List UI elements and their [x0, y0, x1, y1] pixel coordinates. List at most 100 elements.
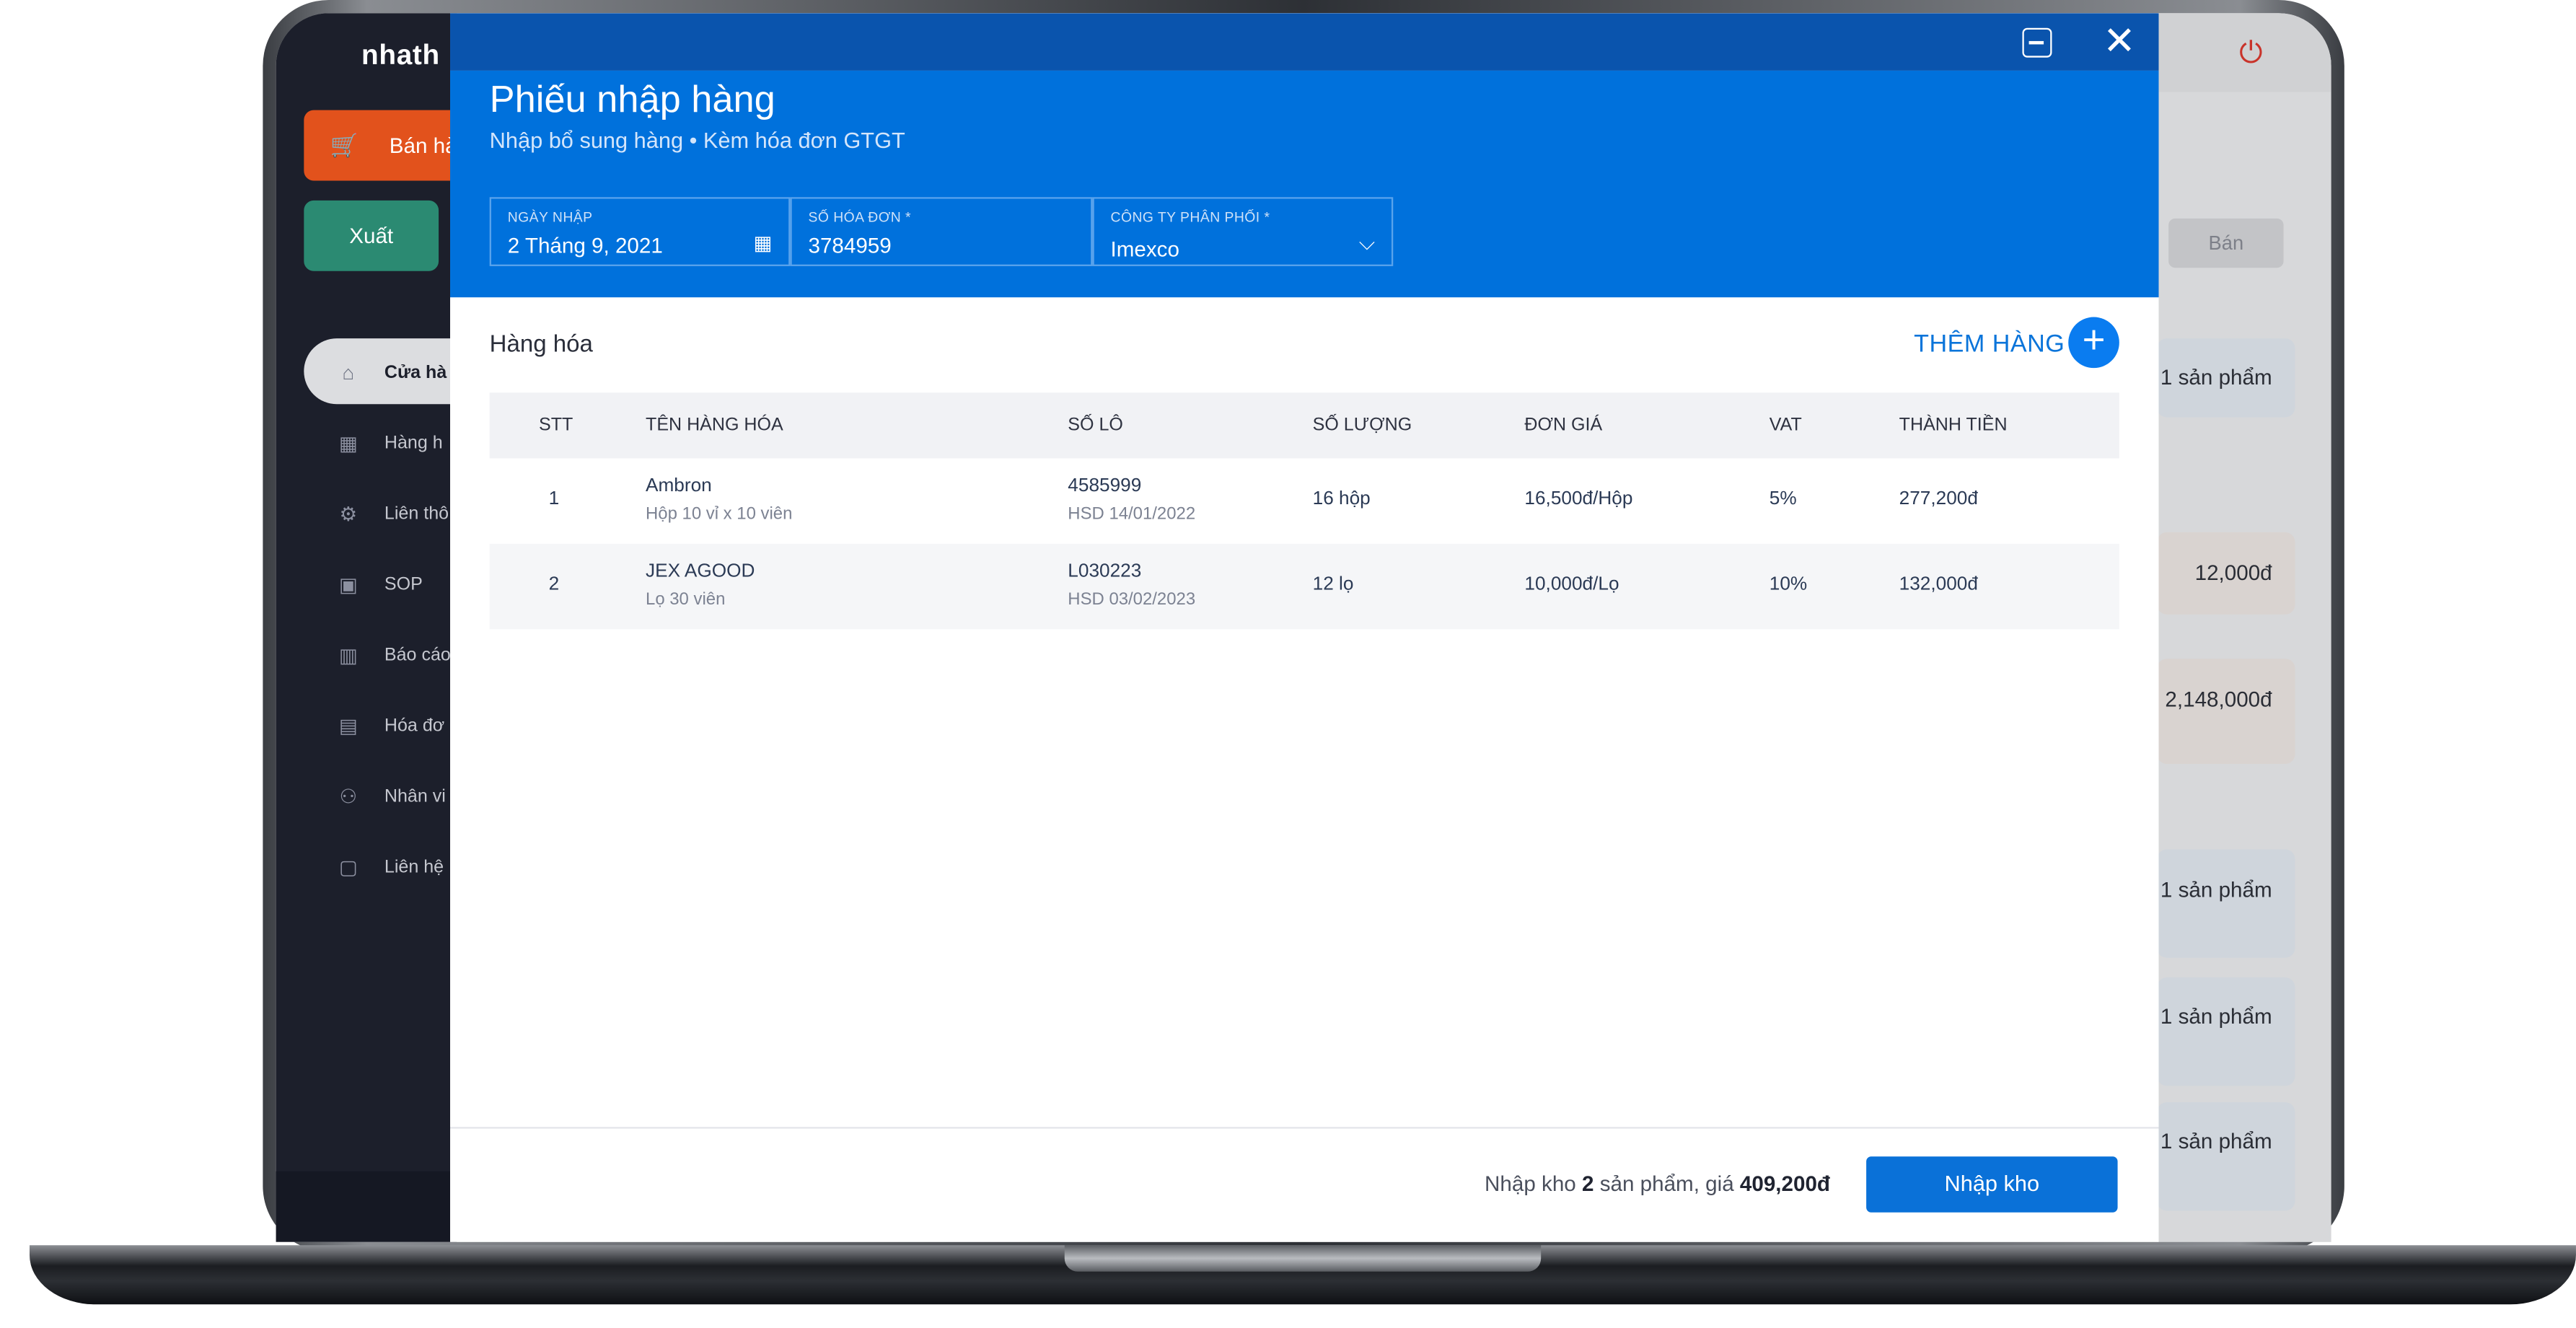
product-pack: Hộp 10 vỉ x 10 viên: [646, 504, 793, 524]
add-goods-link[interactable]: THÊM HÀNG: [1914, 330, 2065, 359]
background-card[interactable]: 1 sản phẩm: [2157, 338, 2295, 418]
row-index: 1: [548, 489, 560, 509]
sidebar: nhath 🛒 Bán hà Xuất ⌂ Cửa hà ▦ Hàng h ⚙ Liê…: [276, 13, 501, 1242]
logout-icon[interactable]: ⏻: [2239, 36, 2262, 71]
import-stock-button[interactable]: Nhập kho: [1866, 1156, 2118, 1213]
quantity: 16 hộp: [1312, 489, 1371, 509]
column-header: VAT: [1769, 415, 1802, 436]
close-icon[interactable]: ✕: [2103, 22, 2136, 63]
boxes-icon: ▦: [338, 431, 358, 455]
add-icon[interactable]: +: [2068, 317, 2119, 369]
column-header: SỐ LƯỢNG: [1312, 415, 1412, 436]
sidebar-item-link[interactable]: ⚙ Liên thô: [335, 498, 449, 531]
app-logo: nhath: [361, 39, 440, 71]
card-text: 1 sản phẩm: [2160, 877, 2272, 902]
unit-price: 16,500đ/Hộp: [1524, 489, 1633, 509]
vat: 10%: [1769, 575, 1808, 595]
sidebar-footer: [276, 1171, 457, 1242]
calendar-icon[interactable]: ▦: [754, 232, 773, 255]
sidebar-item-contact[interactable]: ▢ Liên hệ: [335, 851, 444, 884]
laptop-notch: [1064, 1245, 1542, 1272]
product-name: JEX AGOOD: [646, 561, 755, 582]
sell-button[interactable]: 🛒 Bán hà: [304, 110, 460, 181]
sidebar-item-label: Liên hệ: [384, 857, 444, 878]
sidebar-item-label: Hóa đơ: [384, 716, 445, 736]
column-header: SỐ LÔ: [1068, 415, 1123, 436]
import-receipt-modal: ✕ Phiếu nhập hàng Nhập bổ sung hàng • Kè…: [450, 13, 2159, 1242]
sell-button-label: Bán hà: [389, 133, 457, 158]
column-header: ĐƠN GIÁ: [1524, 415, 1603, 436]
document-icon: ▤: [338, 714, 358, 738]
folder-icon: ▣: [338, 573, 358, 597]
home-icon: ⌂: [342, 361, 355, 384]
chevron-down-icon: ⌵: [1358, 229, 1376, 255]
background-card[interactable]: 1 sản phẩm: [2157, 1102, 2295, 1211]
card-text: 1 sản phẩm: [2160, 1128, 2272, 1153]
line-total: 132,000đ: [1899, 575, 1978, 595]
sidebar-item-label: SOP: [384, 575, 423, 595]
modal-titlebar: [450, 13, 2159, 71]
column-header: STT: [538, 415, 573, 436]
date-field[interactable]: NGÀY NHẬP 2 Tháng 9, 2021 ▦: [489, 197, 791, 266]
sidebar-item-store[interactable]: ⌂ Cửa hà: [335, 356, 447, 390]
card-text: 1 sản phẩm: [2160, 364, 2272, 390]
lot-number: 4585999: [1068, 476, 1142, 496]
sidebar-item-label: Liên thô: [384, 504, 449, 524]
background-card[interactable]: 2,148,000đ: [2157, 659, 2295, 764]
column-header: TÊN HÀNG HÓA: [646, 415, 783, 436]
date-field-label: NGÀY NHẬP: [507, 208, 593, 226]
sidebar-item-goods[interactable]: ▦ Hàng h: [335, 427, 443, 460]
vat: 5%: [1769, 489, 1797, 509]
card-text: 12,000đ: [2194, 560, 2272, 585]
footer-divider: [450, 1127, 2159, 1129]
summary-prefix: Nhập kho: [1485, 1171, 1582, 1196]
chart-icon: ▥: [338, 643, 358, 667]
date-field-value: 2 Tháng 9, 2021: [507, 233, 663, 258]
sidebar-item-invoices[interactable]: ▤ Hóa đơ: [335, 710, 445, 743]
product-pack: Lọ 30 viên: [646, 589, 726, 610]
table-row[interactable]: 2 JEX AGOOD Lọ 30 viên L030223 HSD 03/02…: [489, 543, 2119, 630]
background-card[interactable]: 1 sản phẩm: [2157, 849, 2295, 958]
import-summary: Nhập kho 2 sản phẩm, giá 409,200đ: [450, 1171, 1830, 1196]
distributor-select[interactable]: CÔNG TY PHÂN PHỐI * Imexco ⌵: [1092, 197, 1394, 266]
column-header: THÀNH TIỀN: [1899, 415, 2008, 436]
sidebar-item-sop[interactable]: ▣ SOP: [335, 568, 423, 602]
expiry-date: HSD 03/02/2023: [1068, 589, 1196, 610]
card-text: 2,148,000đ: [2165, 686, 2272, 712]
table-row[interactable]: 1 Ambron Hộp 10 vỉ x 10 viên 4585999 HSD…: [490, 458, 2119, 543]
sidebar-item-label: Hàng h: [384, 434, 443, 454]
sidebar-item-label: Báo cáo: [384, 646, 451, 666]
lot-number: L030223: [1068, 561, 1142, 582]
product-name: Ambron: [646, 476, 712, 496]
card-text: 1 sản phẩm: [2160, 1003, 2272, 1029]
quantity: 12 lọ: [1312, 575, 1354, 595]
background-card[interactable]: 1 sản phẩm: [2157, 977, 2295, 1086]
sidebar-item-reports[interactable]: ▥ Báo cáo: [335, 639, 451, 672]
line-total: 277,200đ: [1899, 489, 1978, 509]
invoice-field-label: SỐ HÓA ĐƠN *: [808, 208, 912, 226]
expiry-date: HSD 14/01/2022: [1068, 504, 1196, 524]
invoice-number-field[interactable]: SỐ HÓA ĐƠN * 3784959: [790, 197, 1093, 266]
row-index: 2: [548, 575, 560, 595]
contact-icon: ▢: [338, 856, 358, 879]
table-header: STT TÊN HÀNG HÓA SỐ LÔ SỐ LƯỢNG ĐƠN GIÁ …: [489, 392, 2119, 459]
sidebar-item-label: Nhân vi: [384, 786, 446, 807]
section-title: Hàng hóa: [489, 332, 593, 359]
distributor-field-label: CÔNG TY PHÂN PHỐI *: [1110, 208, 1270, 226]
background-card[interactable]: 12,000đ: [2157, 532, 2295, 615]
background-chip[interactable]: Bán: [2168, 218, 2284, 268]
sidebar-item-label: Cửa hà: [384, 363, 447, 383]
summary-mid: sản phẩm, giá: [1593, 1171, 1740, 1196]
invoice-field-value: 3784959: [808, 233, 892, 258]
unit-price: 10,000đ/Lọ: [1524, 575, 1619, 595]
cart-icon: 🛒: [330, 131, 359, 158]
staff-icon: ⚇: [339, 785, 358, 809]
minimize-icon[interactable]: [2022, 27, 2052, 58]
export-button[interactable]: Xuất: [304, 200, 439, 271]
link-icon: ⚙: [339, 502, 358, 526]
modal-title: Phiếu nhập hàng: [489, 77, 775, 120]
distributor-field-value: Imexco: [1110, 236, 1179, 262]
summary-total: 409,200đ: [1739, 1171, 1831, 1196]
sidebar-item-staff[interactable]: ⚇ Nhân vi: [335, 780, 446, 814]
modal-subtitle: Nhập bổ sung hàng • Kèm hóa đơn GTGT: [489, 128, 905, 153]
